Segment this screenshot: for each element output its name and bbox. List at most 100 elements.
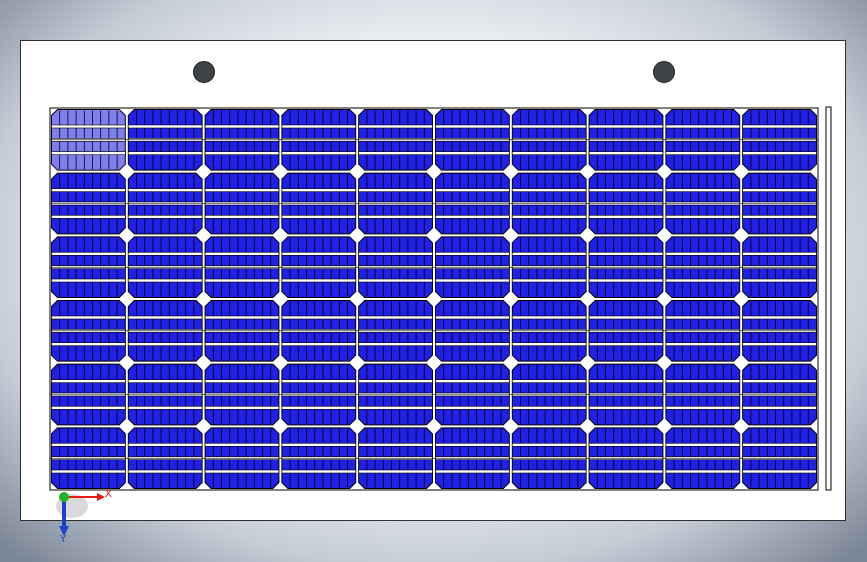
cell-busbar [128, 406, 203, 410]
cell-busbar [588, 278, 664, 283]
cell-busbar [665, 443, 741, 447]
cell-busbar [588, 342, 664, 346]
cell-busbar [665, 215, 741, 219]
cell-busbar [128, 124, 203, 129]
cell-busbar [51, 151, 126, 155]
cell-busbar [511, 252, 587, 256]
cell-busbar [128, 151, 203, 155]
cell-busbar [665, 342, 741, 346]
graphics-viewport[interactable]: X Y [0, 0, 867, 562]
cell-busbar [281, 469, 356, 474]
cell-busbar [281, 406, 356, 410]
cell-busbar [435, 278, 510, 283]
cell-busbar [51, 379, 126, 383]
cell-busbar [204, 342, 280, 346]
cell-busbar [742, 379, 817, 383]
cell-busbar [665, 406, 741, 410]
cell-busbar [128, 315, 203, 320]
cell-busbar [588, 469, 664, 474]
cell-busbar [128, 342, 203, 346]
cell-busbar [665, 278, 741, 283]
cell-busbar [128, 379, 203, 383]
cell-busbar [51, 124, 126, 129]
cell-busbar [742, 215, 817, 219]
cell-busbar [51, 278, 126, 283]
x-axis-label: X [105, 489, 112, 500]
cell-busbar [435, 188, 510, 192]
cell-busbar [358, 124, 433, 129]
cell-busbar [588, 379, 664, 383]
solar-panel-model[interactable] [0, 0, 867, 562]
cell-busbar [204, 252, 280, 256]
panel-side-rail[interactable] [825, 106, 832, 491]
cell-busbar [51, 342, 126, 346]
cell-busbar [358, 188, 433, 192]
cell-busbar [588, 151, 664, 155]
cell-busbar [588, 443, 664, 447]
cell-busbar [128, 252, 203, 256]
cell-busbar [281, 124, 356, 129]
cell-busbar [665, 188, 741, 192]
cell-busbar [281, 151, 356, 155]
cell-busbar [742, 151, 817, 155]
cell-busbar [511, 315, 587, 320]
cell-busbar [204, 379, 280, 383]
cell-busbar [204, 188, 280, 192]
cell-busbar [128, 443, 203, 447]
cell-busbar [435, 315, 510, 320]
cell-busbar [511, 469, 587, 474]
cell-busbar [435, 252, 510, 256]
cell-busbar [128, 278, 203, 283]
cell-busbar [511, 406, 587, 410]
cell-busbar [358, 406, 433, 410]
cell-busbar [281, 443, 356, 447]
cell-busbar [511, 151, 587, 155]
cell-busbar [281, 252, 356, 256]
cell-busbar [358, 151, 433, 155]
cell-busbar [51, 188, 126, 192]
cell-busbar [742, 443, 817, 447]
cell-busbar [281, 315, 356, 320]
cell-busbar [742, 124, 817, 129]
cell-busbar [204, 443, 280, 447]
cell-busbar [665, 379, 741, 383]
cell-busbar [204, 151, 280, 155]
cell-busbar [588, 406, 664, 410]
cell-busbar [435, 443, 510, 447]
cell-busbar [128, 469, 203, 474]
cell-busbar [204, 315, 280, 320]
cell-busbar [358, 342, 433, 346]
cell-busbar [51, 215, 126, 219]
cell-busbar [742, 342, 817, 346]
y-axis-label: Y [59, 534, 67, 544]
cell-busbar [665, 252, 741, 256]
cell-busbar [588, 215, 664, 219]
cell-busbar [358, 469, 433, 474]
cell-busbar [742, 188, 817, 192]
cell-busbar [358, 379, 433, 383]
cell-busbar [358, 443, 433, 447]
cell-busbar [51, 443, 126, 447]
cell-busbar [204, 124, 280, 129]
cell-busbar [358, 278, 433, 283]
cell-busbar [358, 252, 433, 256]
cell-busbar [511, 124, 587, 129]
cell-busbar [204, 215, 280, 219]
cell-busbar [51, 406, 126, 410]
cell-busbar [665, 315, 741, 320]
cell-busbar [435, 342, 510, 346]
cell-busbar [435, 215, 510, 219]
cell-busbar [435, 469, 510, 474]
cell-busbar [511, 342, 587, 346]
x-axis-arrowhead [97, 493, 105, 501]
cell-busbar [588, 252, 664, 256]
cell-busbar [51, 252, 126, 256]
cell-busbar [281, 278, 356, 283]
cell-busbar [281, 379, 356, 383]
cell-busbar [665, 151, 741, 155]
cell-busbar [435, 406, 510, 410]
cell-busbar [435, 379, 510, 383]
cell-busbar [742, 315, 817, 320]
cell-busbar [665, 124, 741, 129]
cell-busbar [358, 315, 433, 320]
